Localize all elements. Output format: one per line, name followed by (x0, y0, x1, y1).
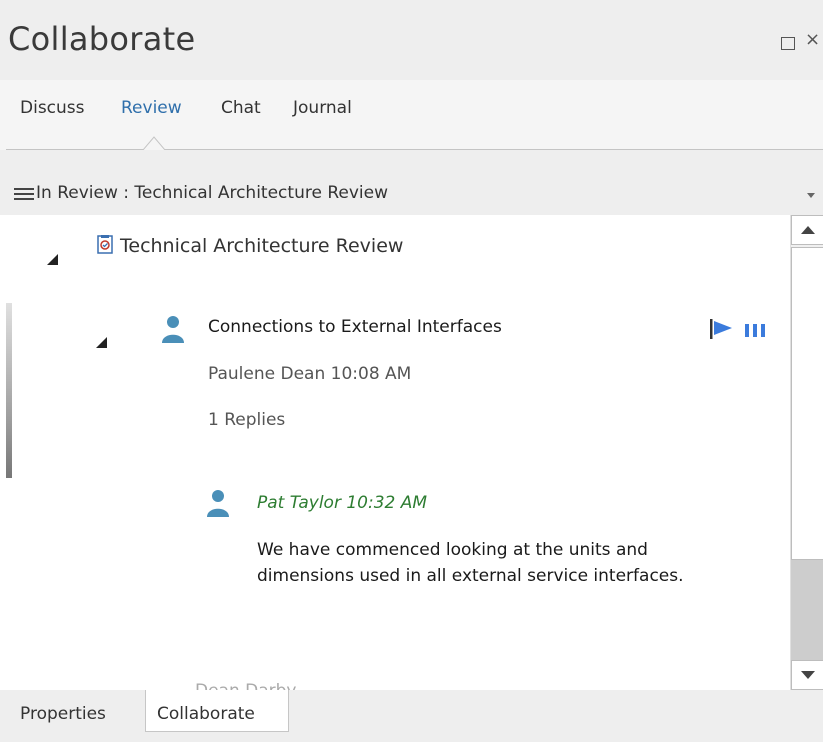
bottom-tab-bar: Properties Collaborate (0, 690, 823, 742)
user-icon (162, 316, 184, 343)
expand-triangle-icon[interactable] (96, 337, 107, 348)
review-selector-label: In Review : Technical Architecture Revie… (36, 183, 388, 203)
panel-title: Collaborate (8, 20, 196, 58)
discussion-title[interactable]: Connections to External Interfaces (208, 317, 502, 337)
tab-chat[interactable]: Chat (221, 98, 261, 118)
tab-properties[interactable]: Properties (0, 690, 140, 732)
review-document-icon (97, 235, 113, 254)
discussion-meta: Paulene Dean 10:08 AM (208, 364, 412, 384)
reply-body: We have commenced looking at the units a… (257, 540, 684, 586)
vertical-scrollbar[interactable] (790, 215, 823, 690)
review-selector[interactable]: In Review : Technical Architecture Revie… (0, 150, 823, 215)
maximize-icon[interactable] (781, 37, 795, 50)
hamburger-icon[interactable] (14, 188, 34, 201)
flag-icon[interactable] (710, 319, 736, 339)
scroll-track[interactable] (791, 560, 823, 660)
active-tab-pointer (143, 136, 165, 150)
reply-author: Pat Taylor 10:32 AM (257, 493, 428, 513)
tab-collaborate[interactable]: Collaborate (145, 690, 289, 732)
tab-journal[interactable]: Journal (293, 98, 352, 118)
user-icon (207, 490, 229, 517)
close-icon[interactable]: × (805, 31, 820, 49)
expand-triangle-icon[interactable] (47, 254, 58, 265)
scroll-down-icon[interactable] (791, 660, 823, 690)
scroll-thumb[interactable] (791, 247, 823, 560)
review-node-label[interactable]: Technical Architecture Review (120, 235, 403, 257)
chevron-down-icon[interactable] (807, 193, 815, 198)
tab-bar: Discuss Review Chat Journal (0, 80, 823, 150)
review-tree: Technical Architecture Review Connection… (0, 215, 790, 690)
next-item-label: Dean Darby (195, 681, 297, 690)
tab-discuss[interactable]: Discuss (20, 98, 85, 118)
discussion-replies-count[interactable]: 1 Replies (208, 410, 285, 430)
scroll-up-icon[interactable] (791, 215, 823, 245)
selection-indicator (6, 303, 12, 478)
tab-review[interactable]: Review (121, 98, 182, 118)
panel-title-bar: Collaborate × (0, 0, 823, 80)
priority-bars-icon[interactable] (745, 324, 765, 337)
